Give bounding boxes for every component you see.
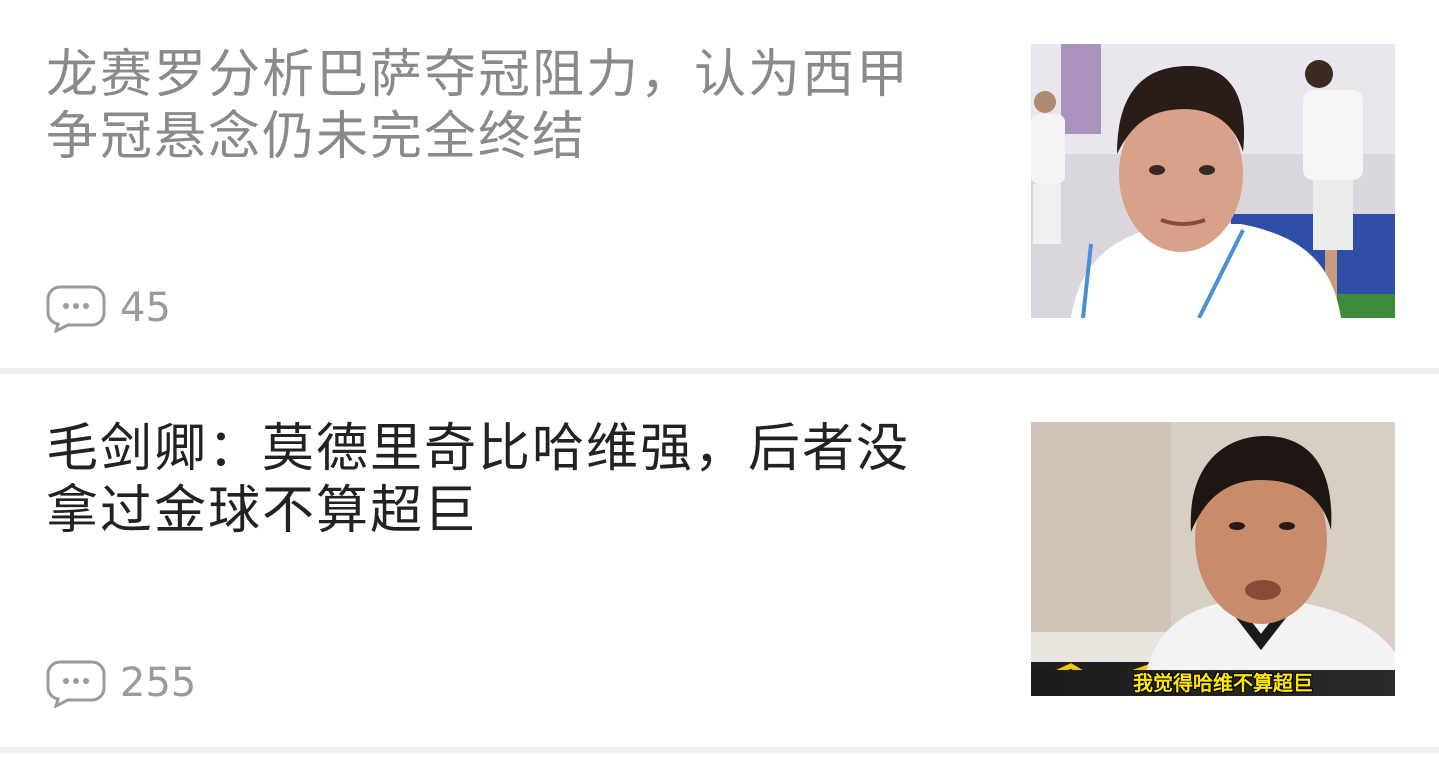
news-item[interactable]: 毛剑卿：莫德里奇比哈维强，后者没拿过金球不算超巨 255 我觉得哈维不算超巨 bbox=[0, 374, 1439, 753]
news-feed: 龙赛罗分析巴萨夺冠阻力，认为西甲争冠悬念仍未完全终结 45 毛剑卿：莫德里奇比哈… bbox=[0, 0, 1439, 753]
comment-count: 255 bbox=[120, 660, 197, 706]
photo-man-stadium-icon bbox=[1031, 44, 1395, 318]
comment-icon bbox=[46, 285, 106, 333]
comment-meta[interactable]: 255 bbox=[46, 658, 196, 708]
news-item[interactable]: 龙赛罗分析巴萨夺冠阻力，认为西甲争冠悬念仍未完全终结 45 bbox=[0, 0, 1439, 374]
comment-count: 45 bbox=[120, 285, 171, 331]
thumbnail-caption: 我觉得哈维不算超巨 bbox=[1133, 671, 1313, 695]
photo-man-video-icon bbox=[1031, 422, 1395, 696]
comment-meta[interactable]: 45 bbox=[46, 283, 171, 333]
news-title[interactable]: 毛剑卿：莫德里奇比哈维强，后者没拿过金球不算超巨 bbox=[46, 418, 956, 542]
comment-icon bbox=[46, 660, 106, 708]
news-title[interactable]: 龙赛罗分析巴萨夺冠阻力，认为西甲争冠悬念仍未完全终结 bbox=[46, 44, 956, 168]
news-thumbnail[interactable]: 我觉得哈维不算超巨 bbox=[1031, 422, 1395, 696]
news-thumbnail[interactable] bbox=[1031, 44, 1395, 318]
